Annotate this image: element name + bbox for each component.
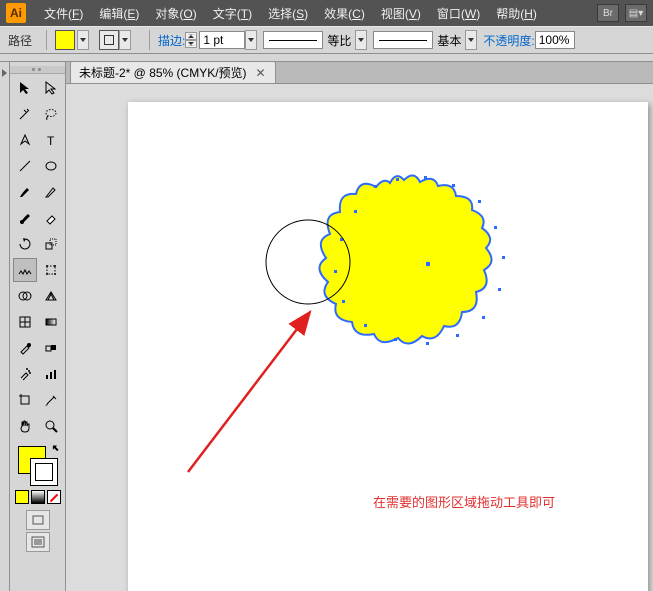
line-tool[interactable] <box>13 154 37 178</box>
pencil-tool[interactable] <box>39 180 63 204</box>
document-tab-title: 未标题-2* @ 85% (CMYK/预览) <box>79 64 247 81</box>
control-bar: 路径 描边: 等比 基本 不透明度: <box>0 26 653 54</box>
slice-tool[interactable] <box>39 388 63 412</box>
app-logo: Ai <box>6 3 26 23</box>
stroke-weight-spinner[interactable] <box>185 32 197 48</box>
fill-swatch[interactable] <box>55 30 75 50</box>
profile-dropdown[interactable] <box>355 30 367 50</box>
menu-edit[interactable]: 编辑(E) <box>91 5 147 22</box>
zoom-tool[interactable] <box>39 414 63 438</box>
artboard-tool[interactable] <box>13 388 37 412</box>
brush-dropdown[interactable] <box>465 30 477 50</box>
opacity-input[interactable] <box>535 31 575 49</box>
shape-builder-tool[interactable] <box>13 284 37 308</box>
menu-object[interactable]: 对象(O) <box>147 5 204 22</box>
stroke-dropdown[interactable] <box>119 30 131 50</box>
canvas-viewport[interactable]: 在需要的图形区域拖动工具即可 <box>66 84 653 591</box>
symbol-sprayer-tool[interactable] <box>13 362 37 386</box>
ellipse-tool[interactable] <box>39 154 63 178</box>
selection-type-label: 路径 <box>8 32 32 49</box>
rotate-tool[interactable] <box>13 232 37 256</box>
menu-file[interactable]: 文件(F) <box>36 5 91 22</box>
tools-panel: T <box>10 62 66 591</box>
width-warp-tool[interactable] <box>13 258 37 282</box>
expand-icon[interactable] <box>1 68 9 78</box>
menu-window[interactable]: 窗口(W) <box>429 5 488 22</box>
bridge-button[interactable]: Br <box>597 4 619 22</box>
brush-preview[interactable] <box>373 31 433 49</box>
blob-brush-tool[interactable] <box>13 206 37 230</box>
blend-tool[interactable] <box>39 336 63 360</box>
artwork <box>128 102 648 591</box>
svg-text:T: T <box>47 134 55 147</box>
profile-preview[interactable] <box>263 31 323 49</box>
pen-tool[interactable] <box>13 128 37 152</box>
menu-help[interactable]: 帮助(H) <box>488 5 545 22</box>
mesh-tool[interactable] <box>13 310 37 334</box>
fill-dropdown[interactable] <box>77 30 89 50</box>
document-tabbar: 未标题-2* @ 85% (CMYK/预览) ✕ <box>66 62 653 84</box>
lasso-tool[interactable] <box>39 102 63 126</box>
menu-bar: Ai 文件(F) 编辑(E) 对象(O) 文字(T) 选择(S) 效果(C) 视… <box>0 0 653 26</box>
stroke-color-big[interactable] <box>30 458 58 486</box>
arrange-button[interactable]: ▤▾ <box>625 4 647 22</box>
eraser-tool[interactable] <box>39 206 63 230</box>
paintbrush-tool[interactable] <box>13 180 37 204</box>
gradient-tool[interactable] <box>39 310 63 334</box>
perspective-grid-tool[interactable] <box>39 284 63 308</box>
opacity-label[interactable]: 不透明度: <box>483 32 534 49</box>
menu-type[interactable]: 文字(T) <box>205 5 260 22</box>
panel-gutter[interactable] <box>0 62 10 591</box>
stroke-label[interactable]: 描边: <box>158 32 185 49</box>
color-mode-color[interactable] <box>15 490 29 504</box>
brush-label: 基本 <box>437 32 461 49</box>
fill-stroke-block[interactable] <box>16 444 60 486</box>
menu-view[interactable]: 视图(V) <box>373 5 429 22</box>
graph-tool[interactable] <box>39 362 63 386</box>
document-tab[interactable]: 未标题-2* @ 85% (CMYK/预览) ✕ <box>70 61 276 83</box>
scale-tool[interactable] <box>39 232 63 256</box>
selection-tool[interactable] <box>13 76 37 100</box>
stroke-weight-dropdown[interactable] <box>245 30 257 50</box>
draw-mode-normal[interactable] <box>26 510 50 530</box>
stroke-weight-input[interactable] <box>199 31 245 49</box>
color-mode-none[interactable] <box>47 490 61 504</box>
type-tool[interactable]: T <box>39 128 63 152</box>
menu-select[interactable]: 选择(S) <box>260 5 316 22</box>
stroke-swatch[interactable] <box>99 30 119 50</box>
tools-grip[interactable] <box>10 66 65 74</box>
eyedropper-tool[interactable] <box>13 336 37 360</box>
artboard[interactable]: 在需要的图形区域拖动工具即可 <box>128 102 648 591</box>
swap-fill-stroke-icon[interactable] <box>50 444 60 454</box>
menu-effect[interactable]: 效果(C) <box>316 5 373 22</box>
screen-mode[interactable] <box>26 532 50 552</box>
color-mode-row <box>15 490 61 504</box>
profile-label: 等比 <box>327 32 351 49</box>
free-transform-tool[interactable] <box>39 258 63 282</box>
magic-wand-tool[interactable] <box>13 102 37 126</box>
color-mode-gradient[interactable] <box>31 490 45 504</box>
canvas-area: 未标题-2* @ 85% (CMYK/预览) ✕ <box>66 62 653 591</box>
close-icon[interactable]: ✕ <box>255 67 267 79</box>
direct-selection-tool[interactable] <box>39 76 63 100</box>
annotation-text: 在需要的图形区域拖动工具即可 <box>373 492 555 511</box>
hand-tool[interactable] <box>13 414 37 438</box>
